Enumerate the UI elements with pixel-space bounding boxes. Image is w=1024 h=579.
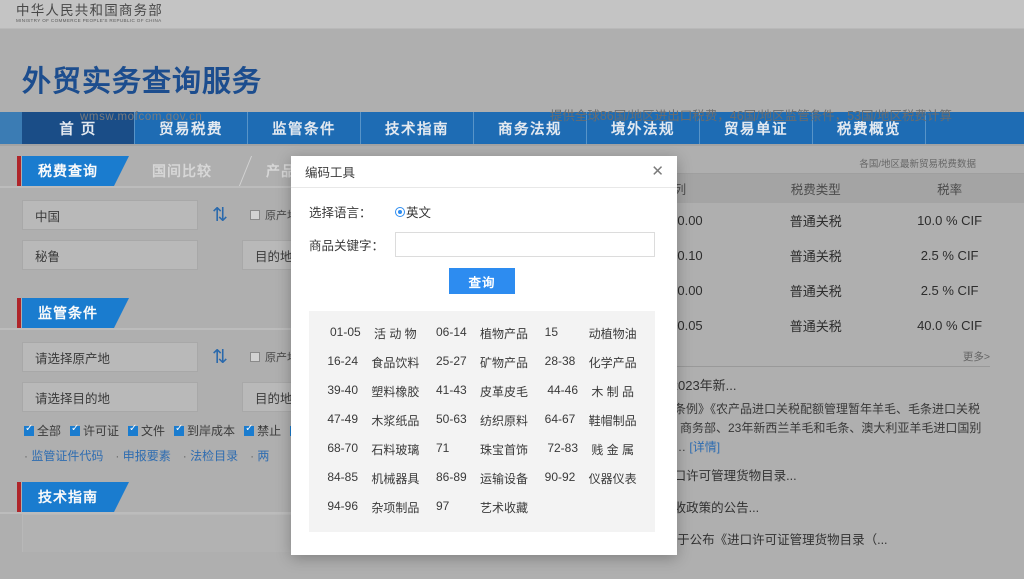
category-item-empty xyxy=(536,499,645,516)
category-code: 41-43 xyxy=(435,383,467,397)
category-name: 杂项制品 xyxy=(371,501,420,515)
category-name: 化学产品 xyxy=(588,356,637,370)
category-item[interactable]: 28-38 化学产品 xyxy=(536,354,645,371)
category-code: 39-40 xyxy=(327,383,359,397)
category-name: 植物产品 xyxy=(479,327,528,341)
category-item[interactable]: 47-49 木浆纸品 xyxy=(319,412,428,429)
category-item[interactable]: 86-89 运输设备 xyxy=(428,470,537,487)
category-item[interactable]: 06-14 植物产品 xyxy=(428,325,537,342)
category-code: 50-63 xyxy=(435,412,467,426)
category-name: 机械器具 xyxy=(371,472,420,486)
dialog-title: 编码工具 xyxy=(305,166,356,180)
category-item[interactable]: 50-63 纺织原料 xyxy=(428,412,537,429)
category-code: 84-85 xyxy=(327,470,359,484)
category-name: 矿物产品 xyxy=(479,356,528,370)
category-name: 塑料橡胶 xyxy=(371,385,420,399)
category-item[interactable]: 44-46 木 制 品 xyxy=(536,383,645,400)
category-name: 艺术收藏 xyxy=(479,501,528,515)
query-button[interactable]: 查询 xyxy=(449,268,515,294)
category-name: 仪器仪表 xyxy=(588,472,637,486)
category-name: 纺织原料 xyxy=(479,414,528,428)
category-name: 活 动 物 xyxy=(373,327,417,341)
category-name: 珠宝首饰 xyxy=(479,443,528,457)
category-code: 86-89 xyxy=(435,470,467,484)
keyword-input[interactable] xyxy=(395,232,655,257)
category-code: 94-96 xyxy=(327,499,359,513)
language-label: 选择语言： xyxy=(309,206,372,220)
category-name: 食品饮料 xyxy=(371,356,420,370)
category-code: 47-49 xyxy=(327,412,359,426)
category-code: 06-14 xyxy=(435,325,467,339)
category-code: 15 xyxy=(544,325,558,339)
category-code: 16-24 xyxy=(327,354,359,368)
category-code: 97 xyxy=(435,499,450,513)
category-item[interactable]: 94-96 杂项制品 xyxy=(319,499,428,516)
category-code: 71 xyxy=(435,441,450,455)
radio-button[interactable] xyxy=(395,206,405,217)
category-code: 01-05 xyxy=(329,325,361,339)
category-item[interactable]: 15 动植物油 xyxy=(536,325,645,342)
dialog-header: 编码工具 ✕ xyxy=(291,156,677,188)
keyword-label: 商品关键字： xyxy=(309,239,385,253)
keyword-row: 商品关键字： xyxy=(309,232,655,257)
language-radio-label: 英文 xyxy=(406,206,432,220)
category-code: 64-67 xyxy=(544,412,576,426)
category-name: 贱 金 属 xyxy=(591,443,634,457)
query-button-wrap: 查询 xyxy=(309,268,655,294)
encoding-tool-dialog: 编码工具 ✕ 选择语言： 英文 商品关键字： 查询 01-05 活 动 物 06-… xyxy=(291,156,677,555)
category-name: 皮革皮毛 xyxy=(479,385,528,399)
category-code: 72-83 xyxy=(547,441,579,455)
category-code: 28-38 xyxy=(544,354,576,368)
category-name: 木 制 品 xyxy=(591,385,634,399)
category-code: 25-27 xyxy=(435,354,467,368)
category-name: 木浆纸品 xyxy=(371,414,420,428)
category-item[interactable]: 90-92 仪器仪表 xyxy=(536,470,645,487)
close-icon[interactable]: ✕ xyxy=(651,164,664,179)
category-code: 90-92 xyxy=(544,470,576,484)
category-item[interactable]: 68-70 石料玻璃 xyxy=(319,441,428,458)
dialog-body: 选择语言： 英文 商品关键字： 查询 01-05 活 动 物 06-14 植物产品 … xyxy=(291,188,677,532)
language-radio-english[interactable]: 英文 xyxy=(395,202,431,221)
category-item[interactable]: 72-83 贱 金 属 xyxy=(536,441,645,458)
language-row: 选择语言： 英文 xyxy=(309,202,655,221)
category-name: 动植物油 xyxy=(588,327,637,341)
category-item[interactable]: 64-67 鞋帽制品 xyxy=(536,412,645,429)
category-item[interactable]: 41-43 皮革皮毛 xyxy=(428,383,537,400)
category-item[interactable]: 84-85 机械器具 xyxy=(319,470,428,487)
category-code: 68-70 xyxy=(327,441,359,455)
category-code: 44-46 xyxy=(547,383,579,397)
category-name: 石料玻璃 xyxy=(371,443,420,457)
category-item[interactable]: 39-40 塑料橡胶 xyxy=(319,383,428,400)
category-item[interactable]: 01-05 活 动 物 xyxy=(319,325,428,342)
category-name: 运输设备 xyxy=(479,472,528,486)
category-item[interactable]: 71 珠宝首饰 xyxy=(428,441,537,458)
category-name: 鞋帽制品 xyxy=(588,414,637,428)
category-item[interactable]: 25-27 矿物产品 xyxy=(428,354,537,371)
category-item[interactable]: 97 艺术收藏 xyxy=(428,499,537,516)
category-grid[interactable]: 01-05 活 动 物 06-14 植物产品 15 动植物油 16-24 食品饮料 25… xyxy=(309,311,655,532)
category-item[interactable]: 16-24 食品饮料 xyxy=(319,354,428,371)
